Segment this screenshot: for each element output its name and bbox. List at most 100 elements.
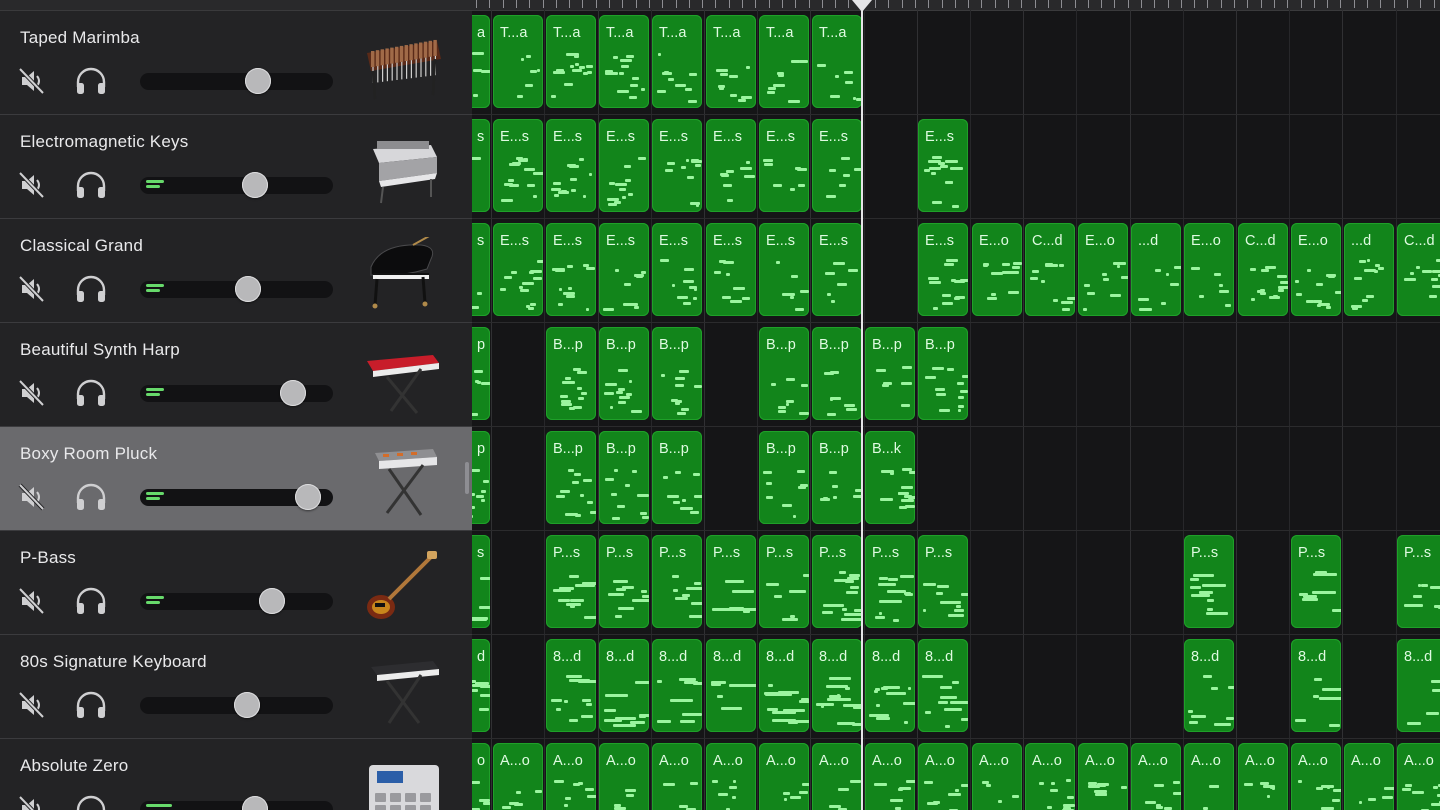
- midi-region[interactable]: A...o: [1344, 743, 1394, 810]
- volume-slider-knob[interactable]: [295, 484, 322, 510]
- midi-region[interactable]: 8...d: [1291, 639, 1341, 732]
- midi-region[interactable]: E...o: [1184, 223, 1234, 316]
- track-header[interactable]: Boxy Room Pluck: [0, 427, 472, 531]
- midi-region[interactable]: E...s: [812, 119, 862, 212]
- track-header[interactable]: 80s Signature Keyboard: [0, 635, 472, 739]
- mute-button[interactable]: [12, 789, 52, 810]
- midi-region[interactable]: T...a: [759, 15, 809, 108]
- track-header[interactable]: Absolute Zero: [0, 739, 472, 810]
- midi-region[interactable]: E...s: [546, 223, 596, 316]
- solo-button[interactable]: [71, 477, 111, 517]
- playhead-handle[interactable]: [852, 0, 872, 12]
- solo-button[interactable]: [71, 581, 111, 621]
- solo-button[interactable]: [71, 373, 111, 413]
- grand-piano-icon[interactable]: [361, 234, 443, 311]
- midi-region[interactable]: A...o: [972, 743, 1022, 810]
- ruler[interactable]: [472, 0, 1440, 11]
- midi-region[interactable]: A...o: [1238, 743, 1288, 810]
- solo-button[interactable]: [71, 165, 111, 205]
- midi-region[interactable]: A...o: [865, 743, 915, 810]
- tracks-area[interactable]: a T...a T...a T...a T...a T...a T...a T...a s E..…: [472, 0, 1440, 810]
- midi-region[interactable]: A...o: [493, 743, 543, 810]
- solo-button[interactable]: [71, 269, 111, 309]
- drum-machine-icon[interactable]: [361, 757, 443, 810]
- midi-region[interactable]: T...a: [652, 15, 702, 108]
- synth-keyboard-icon[interactable]: [361, 341, 443, 415]
- volume-slider[interactable]: [140, 68, 333, 94]
- midi-region[interactable]: s: [472, 119, 490, 212]
- midi-region[interactable]: A...o: [652, 743, 702, 810]
- mute-button[interactable]: [12, 373, 52, 413]
- track-header[interactable]: Classical Grand: [0, 219, 472, 323]
- midi-region[interactable]: 8...d: [759, 639, 809, 732]
- volume-slider[interactable]: [140, 692, 333, 718]
- track-lane[interactable]: s E...s E...s E...s E...s E...s E...s E...s E...…: [472, 115, 1440, 219]
- volume-slider[interactable]: [140, 380, 333, 406]
- volume-slider-knob[interactable]: [241, 796, 268, 810]
- midi-region[interactable]: 8...d: [1397, 639, 1440, 732]
- midi-region[interactable]: C...d: [1238, 223, 1288, 316]
- midi-region[interactable]: A...o: [706, 743, 756, 810]
- midi-region[interactable]: E...s: [812, 223, 862, 316]
- midi-region[interactable]: A...o: [1184, 743, 1234, 810]
- volume-slider-knob[interactable]: [233, 692, 260, 718]
- midi-region[interactable]: E...o: [972, 223, 1022, 316]
- track-lane[interactable]: p B...p B...p B...p B...p B...p B...k: [472, 427, 1440, 531]
- midi-region[interactable]: E...s: [918, 119, 968, 212]
- midi-region[interactable]: E...o: [1078, 223, 1128, 316]
- track-header[interactable]: Beautiful Synth Harp: [0, 323, 472, 427]
- keyboard-stand-icon[interactable]: [361, 653, 443, 727]
- synth-keyboard-stand-icon[interactable]: [361, 445, 443, 519]
- midi-region[interactable]: E...s: [599, 223, 649, 316]
- midi-region[interactable]: B...p: [865, 327, 915, 420]
- midi-region[interactable]: E...s: [706, 223, 756, 316]
- midi-region[interactable]: B...p: [546, 327, 596, 420]
- midi-region[interactable]: P...s: [1184, 535, 1234, 628]
- mute-button[interactable]: [12, 477, 52, 517]
- playhead[interactable]: [861, 0, 863, 810]
- track-lane[interactable]: p B...p B...p B...p B...p B...p B...p B...p: [472, 323, 1440, 427]
- midi-region[interactable]: E...s: [652, 223, 702, 316]
- volume-slider[interactable]: [140, 172, 333, 198]
- midi-region[interactable]: s: [472, 535, 490, 628]
- midi-region[interactable]: 8...d: [546, 639, 596, 732]
- midi-region[interactable]: A...o: [759, 743, 809, 810]
- midi-region[interactable]: B...p: [546, 431, 596, 524]
- marimba-icon[interactable]: [361, 29, 443, 103]
- midi-region[interactable]: P...s: [706, 535, 756, 628]
- midi-region[interactable]: d: [472, 639, 490, 732]
- track-header[interactable]: Electromagnetic Keys: [0, 115, 472, 219]
- midi-region[interactable]: B...p: [599, 431, 649, 524]
- midi-region[interactable]: A...o: [812, 743, 862, 810]
- midi-region[interactable]: T...a: [599, 15, 649, 108]
- mute-button[interactable]: [12, 685, 52, 725]
- midi-region[interactable]: E...o: [1291, 223, 1341, 316]
- midi-region[interactable]: 8...d: [599, 639, 649, 732]
- midi-region[interactable]: E...s: [652, 119, 702, 212]
- mute-button[interactable]: [12, 581, 52, 621]
- midi-region[interactable]: P...s: [1291, 535, 1341, 628]
- midi-region[interactable]: E...s: [918, 223, 968, 316]
- midi-region[interactable]: 8...d: [706, 639, 756, 732]
- midi-region[interactable]: p: [472, 327, 490, 420]
- midi-region[interactable]: 8...d: [652, 639, 702, 732]
- mute-button[interactable]: [12, 165, 52, 205]
- midi-region[interactable]: 8...d: [1184, 639, 1234, 732]
- midi-region[interactable]: T...a: [706, 15, 756, 108]
- midi-region[interactable]: a: [472, 15, 490, 108]
- midi-region[interactable]: E...s: [493, 223, 543, 316]
- midi-region[interactable]: P...s: [759, 535, 809, 628]
- midi-region[interactable]: P...s: [918, 535, 968, 628]
- midi-region[interactable]: A...o: [1131, 743, 1181, 810]
- solo-button[interactable]: [71, 61, 111, 101]
- track-lane[interactable]: s E...s E...s E...s E...s E...s E...s E...s E...…: [472, 219, 1440, 323]
- midi-region[interactable]: P...s: [865, 535, 915, 628]
- solo-button[interactable]: [71, 685, 111, 725]
- track-lane[interactable]: a T...a T...a T...a T...a T...a T...a T...a: [472, 11, 1440, 115]
- midi-region[interactable]: B...p: [652, 327, 702, 420]
- midi-region[interactable]: s: [472, 223, 490, 316]
- midi-region[interactable]: T...a: [493, 15, 543, 108]
- midi-region[interactable]: E...s: [759, 119, 809, 212]
- midi-region[interactable]: A...o: [918, 743, 968, 810]
- midi-region[interactable]: B...k: [865, 431, 915, 524]
